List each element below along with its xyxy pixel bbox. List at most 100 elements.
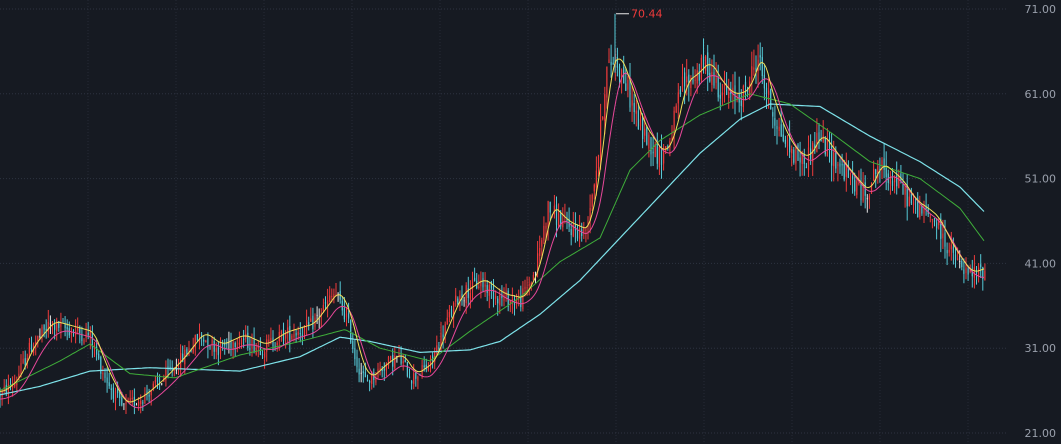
candle (744, 75, 747, 101)
candle-body (597, 155, 600, 169)
candle-body (129, 398, 131, 401)
candle (791, 145, 793, 167)
candle (656, 132, 658, 170)
candle-body (196, 334, 198, 341)
candle-body (148, 394, 150, 397)
candle-body (471, 279, 474, 290)
candle-body (957, 258, 959, 260)
candle (425, 358, 427, 373)
candle (474, 267, 476, 282)
candle (931, 218, 933, 229)
candle (627, 75, 629, 98)
candle-body (547, 201, 549, 227)
candle-body (98, 353, 100, 359)
candle (621, 68, 623, 94)
candle (650, 136, 652, 167)
candle-body (570, 229, 572, 236)
candle (77, 317, 79, 335)
candle (887, 169, 889, 191)
candle (587, 216, 589, 240)
candle-body (180, 353, 182, 369)
candle-body (119, 392, 121, 399)
candle (112, 383, 114, 403)
candle (81, 326, 83, 346)
candle-body (102, 373, 104, 375)
candle (245, 325, 247, 343)
candle (602, 116, 604, 121)
candle (415, 371, 417, 387)
candle-body (492, 285, 495, 300)
candle (49, 315, 51, 334)
candle-body (629, 79, 631, 108)
candle (553, 194, 555, 219)
candle (476, 273, 478, 290)
candle-body (268, 339, 270, 342)
candle-body (902, 184, 904, 195)
candle (549, 201, 551, 221)
candle-body (784, 139, 786, 144)
candle (295, 329, 297, 343)
candle-body (942, 233, 944, 239)
candle-body (858, 182, 860, 184)
candle (289, 315, 291, 353)
candle (177, 358, 180, 375)
candle-body (390, 355, 392, 360)
candle-body (740, 100, 742, 106)
candle-body (205, 340, 207, 343)
candle-body (805, 166, 807, 168)
candle (570, 222, 572, 246)
candle-body (358, 368, 360, 375)
candle (822, 120, 824, 144)
candle-body (345, 313, 348, 317)
candle-body (12, 386, 14, 388)
candle (64, 316, 66, 337)
candle-body (919, 204, 921, 218)
candle-body (606, 66, 608, 98)
candle-body (826, 139, 828, 157)
candle-body (734, 85, 736, 102)
candle-body (140, 400, 142, 405)
candle (257, 340, 259, 358)
candle-body (604, 94, 606, 121)
candle-body (824, 138, 826, 155)
candle (644, 114, 646, 143)
candle (369, 379, 371, 392)
candle-body (198, 333, 201, 342)
candle (106, 367, 108, 393)
candle-body (631, 100, 633, 106)
candle-body (175, 369, 177, 371)
candle-body (138, 401, 140, 406)
candle (713, 54, 715, 89)
candle (161, 383, 163, 386)
candle-body (448, 312, 450, 318)
candle (320, 308, 322, 328)
candle-body (217, 347, 219, 356)
candle (721, 83, 723, 106)
candle-body (795, 147, 797, 164)
candle (513, 295, 516, 316)
candle-body (768, 90, 770, 95)
candle-body (324, 301, 327, 304)
candle-body (637, 110, 639, 130)
candle (690, 75, 692, 97)
candle (677, 83, 679, 119)
candle-body (423, 365, 425, 368)
candle (679, 86, 681, 97)
candle-body (534, 272, 537, 274)
candle-body (348, 313, 350, 319)
candle (948, 242, 950, 257)
candle-body (835, 150, 837, 169)
candle (100, 355, 102, 380)
candle (30, 336, 33, 353)
candle-body (247, 332, 249, 348)
candle (102, 365, 104, 381)
candle (299, 322, 301, 343)
candle (795, 144, 797, 171)
candle-body (948, 249, 950, 253)
candle-body (484, 284, 486, 287)
candle-body (816, 132, 818, 152)
candle (85, 322, 87, 343)
candle-body (852, 175, 854, 180)
candle-body (791, 149, 793, 154)
candle-body (759, 55, 761, 58)
